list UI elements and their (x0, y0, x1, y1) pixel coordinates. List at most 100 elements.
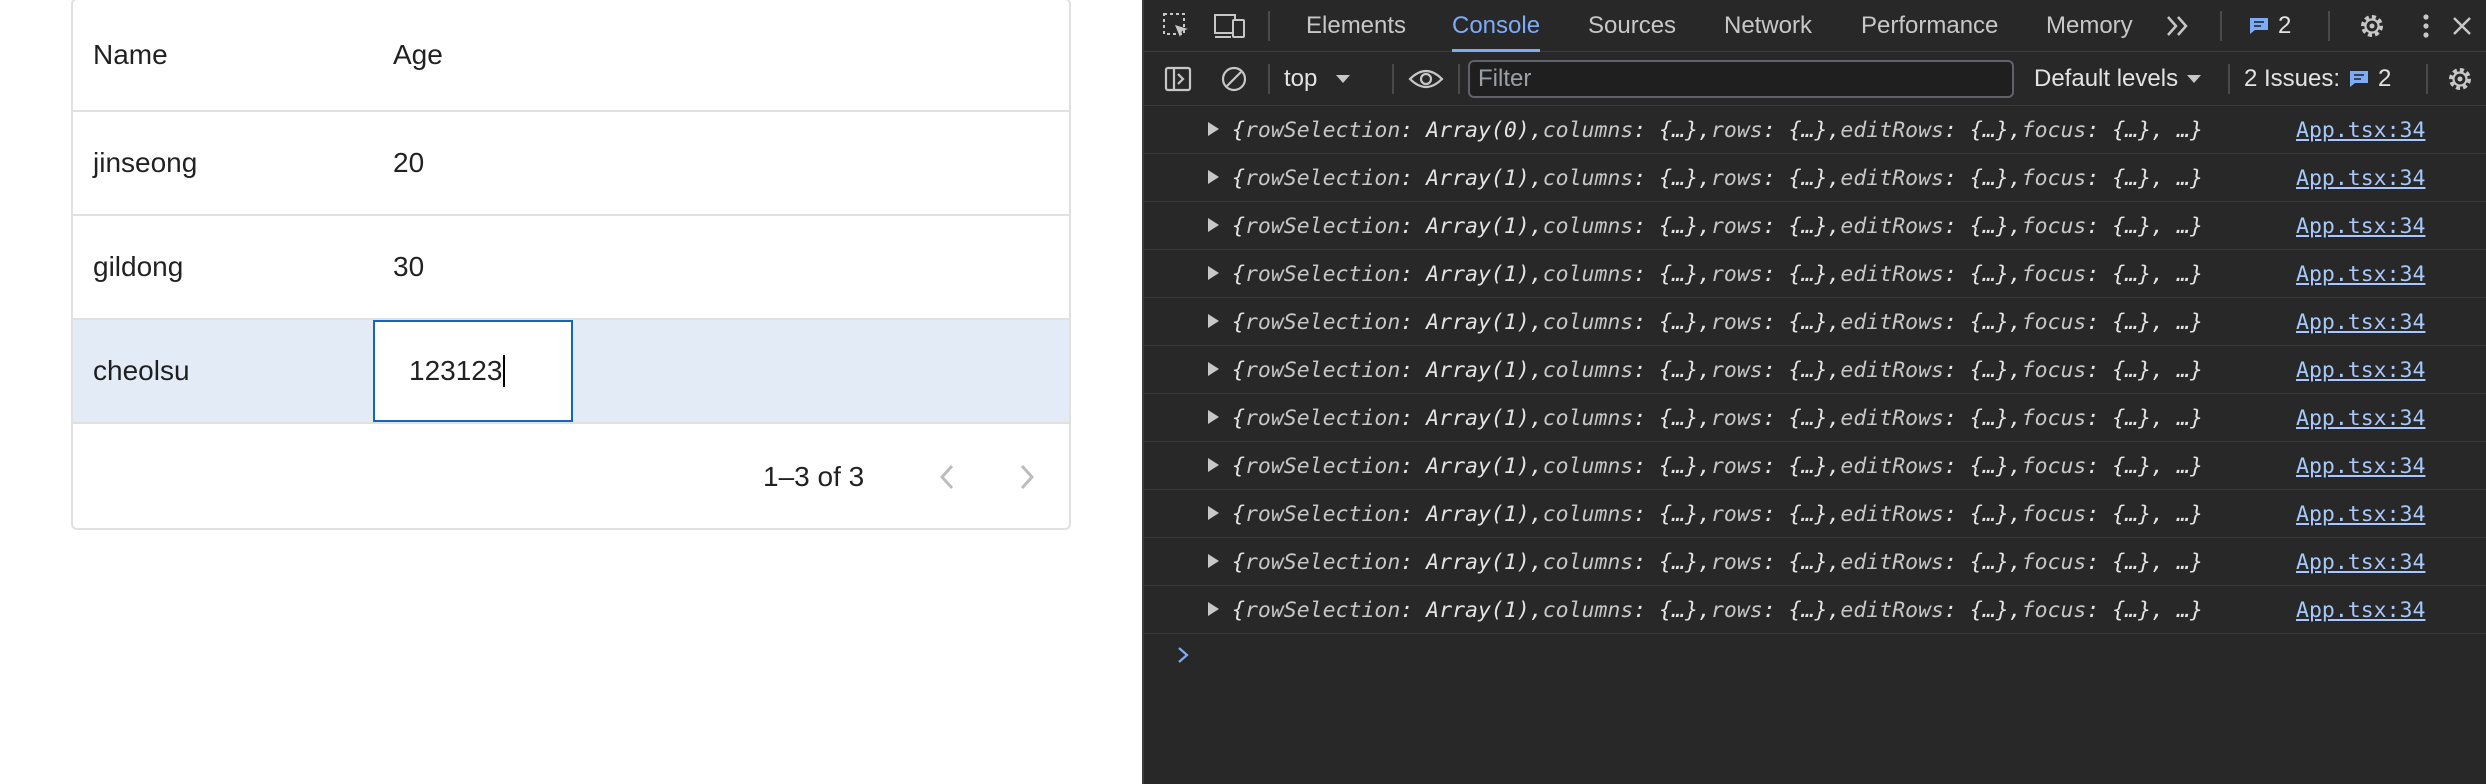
console-log-entry[interactable]: {rowSelection: Array(1), columns: {…}, r… (1144, 250, 2486, 298)
settings-icon[interactable] (2352, 6, 2392, 46)
log-object-preview[interactable]: {rowSelection: Array(1), columns: {…}, r… (1232, 154, 2203, 202)
sidebar-icon[interactable] (1158, 59, 1198, 99)
console-log-entry[interactable]: {rowSelection: Array(1), columns: {…}, r… (1144, 394, 2486, 442)
previous-page-button[interactable] (923, 453, 971, 501)
messages-badge[interactable]: 2 (2248, 0, 2291, 52)
toolbar-divider (1458, 64, 1460, 94)
pagination-label: 1–3 of 3 (763, 461, 865, 492)
log-object-preview[interactable]: {rowSelection: Array(1), columns: {…}, r… (1232, 538, 2203, 586)
log-object-preview[interactable]: {rowSelection: Array(1), columns: {…}, r… (1232, 490, 2203, 538)
name-cell[interactable]: jinseong (93, 112, 373, 214)
issues-label: 2 Issues: (2244, 65, 2341, 92)
log-object-preview[interactable]: {rowSelection: Array(1), columns: {…}, r… (1232, 346, 2203, 394)
console-log-entry[interactable]: {rowSelection: Array(1), columns: {…}, r… (1144, 490, 2486, 538)
console-log-entry[interactable]: {rowSelection: Array(1), columns: {…}, r… (1144, 154, 2486, 202)
expand-triangle-icon[interactable] (1208, 122, 1219, 136)
name-cell[interactable]: cheolsu (93, 320, 373, 422)
column-header-name[interactable]: Name (93, 0, 373, 110)
toolbar-divider (1392, 64, 1394, 94)
context-select[interactable]: top (1284, 52, 1351, 106)
table-row[interactable]: gildong 30 (73, 216, 1069, 320)
console-log-entry[interactable]: {rowSelection: Array(0), columns: {…}, r… (1144, 106, 2486, 154)
console-log-entry[interactable]: {rowSelection: Array(1), columns: {…}, r… (1144, 442, 2486, 490)
tab-performance[interactable]: Performance (1861, 0, 1998, 52)
issues-button[interactable]: 2 Issues: 2 (2244, 52, 2391, 106)
expand-triangle-icon[interactable] (1208, 554, 1219, 568)
more-tabs-icon[interactable] (2158, 6, 2198, 46)
table-row[interactable]: jinseong 20 (73, 112, 1069, 216)
source-link[interactable]: App.tsx:34 (2296, 538, 2425, 586)
log-object-preview[interactable]: {rowSelection: Array(1), columns: {…}, r… (1232, 298, 2203, 346)
chevron-left-icon (939, 464, 954, 490)
log-object-preview[interactable]: {rowSelection: Array(1), columns: {…}, r… (1232, 442, 2203, 490)
inspect-icon[interactable] (1156, 6, 1196, 46)
tab-memory[interactable]: Memory (2046, 0, 2133, 52)
expand-triangle-icon[interactable] (1208, 602, 1219, 616)
log-levels-select[interactable]: Default levels (2034, 52, 2202, 106)
name-cell[interactable]: gildong (93, 216, 373, 318)
grid-header-row: Name Age (73, 0, 1069, 112)
expand-triangle-icon[interactable] (1208, 218, 1219, 232)
expand-triangle-icon[interactable] (1208, 506, 1219, 520)
tab-elements[interactable]: Elements (1306, 0, 1406, 52)
source-link[interactable]: App.tsx:34 (2296, 106, 2425, 154)
source-link[interactable]: App.tsx:34 (2296, 202, 2425, 250)
data-grid: Name Age jinseong 20 gildong 30 cheolsu … (71, 0, 1071, 530)
console-log-entry[interactable]: {rowSelection: Array(1), columns: {…}, r… (1144, 538, 2486, 586)
eye-icon[interactable] (1406, 59, 1446, 99)
text-caret (503, 355, 506, 387)
log-object-preview[interactable]: {rowSelection: Array(1), columns: {…}, r… (1232, 202, 2203, 250)
expand-triangle-icon[interactable] (1208, 458, 1219, 472)
clear-console-icon[interactable] (1214, 59, 1254, 99)
log-object-preview[interactable]: {rowSelection: Array(1), columns: {…}, r… (1232, 394, 2203, 442)
console-log-entry[interactable]: {rowSelection: Array(1), columns: {…}, r… (1144, 202, 2486, 250)
age-edit-input[interactable]: 123123 (373, 320, 573, 422)
filter-input[interactable] (1468, 60, 2014, 98)
console-prompt-icon[interactable] (1168, 640, 1198, 670)
source-link[interactable]: App.tsx:34 (2296, 586, 2425, 634)
log-object-preview[interactable]: {rowSelection: Array(1), columns: {…}, r… (1232, 586, 2203, 634)
table-row-selected[interactable]: cheolsu 123123 (73, 320, 1069, 424)
device-toolbar-icon[interactable] (1210, 6, 1250, 46)
column-header-age[interactable]: Age (393, 0, 693, 110)
next-page-button[interactable] (1003, 453, 1051, 501)
toolbar-divider (2426, 64, 2428, 94)
console-log-entry[interactable]: {rowSelection: Array(1), columns: {…}, r… (1144, 346, 2486, 394)
console-log-entry[interactable]: {rowSelection: Array(1), columns: {…}, r… (1144, 298, 2486, 346)
expand-triangle-icon[interactable] (1208, 170, 1219, 184)
settings-icon[interactable] (2440, 59, 2480, 99)
tab-console[interactable]: Console (1452, 0, 1541, 52)
expand-triangle-icon[interactable] (1208, 314, 1219, 328)
messages-count: 2 (2278, 12, 2292, 39)
source-link[interactable]: App.tsx:34 (2296, 490, 2425, 538)
source-link[interactable]: App.tsx:34 (2296, 394, 2425, 442)
age-cell[interactable]: 20 (393, 112, 693, 214)
expand-triangle-icon[interactable] (1208, 410, 1219, 424)
message-icon (2250, 18, 2268, 34)
console-log-entry[interactable]: {rowSelection: Array(1), columns: {…}, r… (1144, 586, 2486, 634)
toolbar-divider (2228, 64, 2230, 94)
toolbar-divider (2220, 11, 2222, 41)
age-cell[interactable]: 30 (393, 216, 693, 318)
console-toolbar: top Default levels 2 Issues: (1144, 52, 2486, 106)
source-link[interactable]: App.tsx:34 (2296, 298, 2425, 346)
log-object-preview[interactable]: {rowSelection: Array(0), columns: {…}, r… (1232, 106, 2203, 154)
close-icon[interactable] (2442, 6, 2482, 46)
source-link[interactable]: App.tsx:34 (2296, 154, 2425, 202)
devtools-tab-bar: Elements Console Sources Network Perform… (1144, 0, 2486, 52)
console-messages: {rowSelection: Array(0), columns: {…}, r… (1144, 106, 2486, 634)
expand-triangle-icon[interactable] (1208, 266, 1219, 280)
dropdown-arrow-icon (2187, 75, 2202, 83)
toolbar-divider (2328, 11, 2330, 41)
log-object-preview[interactable]: {rowSelection: Array(1), columns: {…}, r… (1232, 250, 2203, 298)
kebab-menu-icon[interactable] (2406, 6, 2446, 46)
tab-sources[interactable]: Sources (1588, 0, 1676, 52)
expand-triangle-icon[interactable] (1208, 362, 1219, 376)
toolbar-divider (1268, 64, 1270, 94)
source-link[interactable]: App.tsx:34 (2296, 250, 2425, 298)
tab-network[interactable]: Network (1724, 0, 1812, 52)
source-link[interactable]: App.tsx:34 (2296, 442, 2425, 490)
devtools-panel: Elements Console Sources Network Perform… (1142, 0, 2486, 784)
source-link[interactable]: App.tsx:34 (2296, 346, 2425, 394)
log-levels-value: Default levels (2034, 65, 2179, 92)
